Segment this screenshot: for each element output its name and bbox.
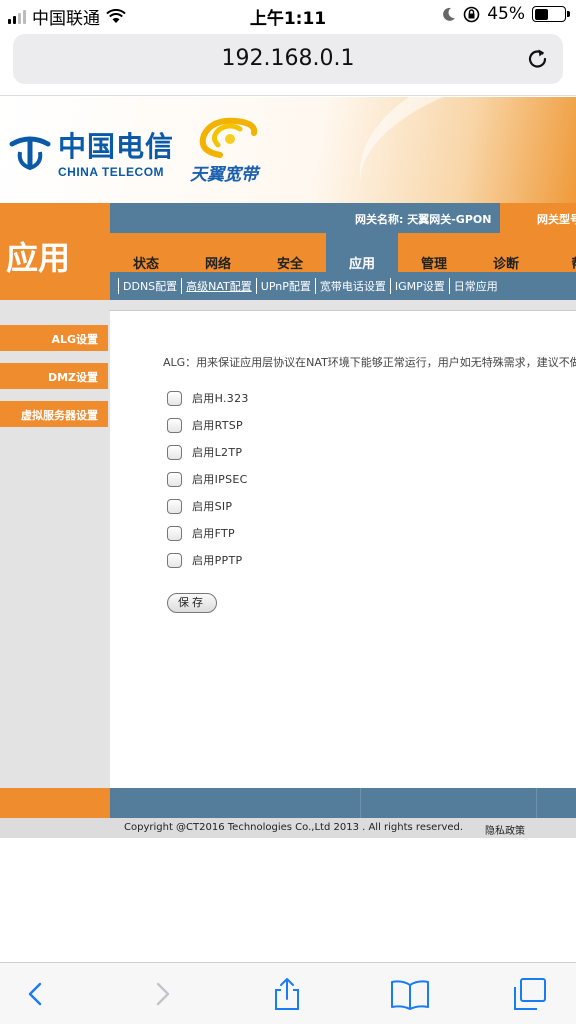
checkbox-l2tp[interactable]: [167, 444, 182, 460]
checkbox-sip[interactable]: [167, 498, 182, 514]
tab-network[interactable]: 网络: [182, 233, 254, 272]
option-ipsec[interactable]: 启用IPSEC: [167, 471, 248, 487]
subnav-voip[interactable]: 宽带电话设置: [314, 278, 390, 294]
share-icon[interactable]: [271, 977, 303, 1011]
reload-icon[interactable]: [525, 46, 551, 72]
forward-icon[interactable]: [146, 977, 178, 1011]
logo-english-text: CHINA TELECOM: [58, 165, 165, 179]
brand-header: 中国电信 CHINA TELECOM 天翼宽带: [0, 97, 576, 203]
gateway-info-bar: 网关名称: 天翼网关-GPON 网关型号: [110, 203, 576, 233]
option-pptp[interactable]: 启用PPTP: [167, 552, 242, 568]
tabs-icon[interactable]: [512, 977, 548, 1011]
tab-help[interactable]: 帮: [542, 233, 576, 272]
alg-description: ALG：用来保证应用层协议在NAT环境下能够正常运行，用户如无特殊需求，建议不做…: [163, 356, 576, 369]
option-l2tp[interactable]: 启用L2TP: [167, 444, 242, 460]
checkbox-h323[interactable]: [167, 390, 182, 406]
bookmarks-icon[interactable]: [390, 977, 430, 1011]
alg-settings-panel: ALG：用来保证应用层协议在NAT环境下能够正常运行，用户如无特殊需求，建议不做…: [108, 310, 576, 788]
subnav-advanced-nat[interactable]: 高级NAT配置: [181, 278, 256, 294]
copyright-bar: Copyright @CT2016 Technologies Co.,Ltd 2…: [0, 818, 576, 838]
tab-diagnostics[interactable]: 诊断: [470, 233, 542, 272]
gateway-name: 网关名称: 天翼网关-GPON: [355, 213, 492, 226]
tianyi-broadband-logo: 天翼宽带: [190, 115, 260, 185]
sidebar-item-dmz[interactable]: DMZ设置: [0, 363, 108, 389]
tianyi-swirl-icon: [199, 117, 258, 158]
subnav-upnp[interactable]: UPnP配置: [255, 278, 315, 294]
option-label: 启用H.323: [192, 392, 249, 405]
gateway-model: 网关型号: [500, 203, 576, 233]
tab-status[interactable]: 状态: [110, 233, 182, 272]
url-field[interactable]: 192.168.0.1: [13, 34, 563, 84]
section-title: 应用: [0, 203, 110, 300]
privacy-policy-link[interactable]: 隐私政策: [485, 822, 525, 837]
option-label: 启用IPSEC: [192, 473, 248, 486]
option-h323[interactable]: 启用H.323: [167, 390, 249, 406]
tianyi-text: 天翼宽带: [190, 165, 258, 185]
option-sip[interactable]: 启用SIP: [167, 498, 232, 514]
back-icon[interactable]: [20, 977, 52, 1011]
orientation-lock-icon: [463, 6, 480, 22]
browser-toolbar: [0, 962, 576, 1024]
option-label: 启用SIP: [192, 500, 233, 513]
china-telecom-logo: 中国电信 CHINA TELECOM: [8, 125, 174, 179]
checkbox-rtsp[interactable]: [167, 417, 182, 433]
option-label: 启用PPTP: [192, 554, 243, 567]
logo-chinese-text: 中国电信: [58, 130, 175, 163]
main-tabs: 状态 网络 安全 应用 管理 诊断 帮: [110, 233, 576, 272]
tab-management[interactable]: 管理: [398, 233, 470, 272]
tab-security[interactable]: 安全: [254, 233, 326, 272]
option-ftp[interactable]: 启用FTP: [167, 525, 235, 541]
subnav-igmp[interactable]: IGMP设置: [389, 278, 449, 294]
moon-icon: [443, 7, 456, 21]
checkbox-ftp[interactable]: [167, 525, 182, 541]
option-rtsp[interactable]: 启用RTSP: [167, 417, 243, 433]
option-label: 启用RTSP: [192, 419, 243, 432]
checkbox-pptp[interactable]: [167, 552, 182, 568]
sidebar: ALG设置 DMZ设置 虚拟服务器设置: [0, 300, 110, 788]
checkbox-ipsec[interactable]: [167, 471, 182, 487]
sidebar-item-alg[interactable]: ALG设置: [0, 325, 108, 351]
option-label: 启用FTP: [192, 527, 235, 540]
footer-accent: [0, 788, 110, 818]
sub-navigation: DDNS配置 高级NAT配置 UPnP配置 宽带电话设置 IGMP设置 日常应用: [110, 272, 576, 300]
sidebar-item-virtual-server[interactable]: 虚拟服务器设置: [0, 401, 108, 427]
subnav-daily-apps[interactable]: 日常应用: [448, 278, 502, 294]
browser-address-bar: 192.168.0.1: [0, 30, 576, 96]
url-text[interactable]: 192.168.0.1: [13, 46, 563, 71]
china-telecom-mark-icon: [9, 136, 51, 171]
tab-application[interactable]: 应用: [326, 233, 398, 272]
battery-percent: 45%: [487, 4, 525, 24]
save-button[interactable]: 保存: [167, 593, 217, 613]
copyright-text: Copyright @CT2016 Technologies Co.,Ltd 2…: [124, 822, 464, 833]
option-label: 启用L2TP: [192, 446, 243, 459]
status-bar: 中国联通 上午1:11 45%: [0, 0, 576, 30]
footer-bar: [110, 788, 576, 818]
subnav-ddns[interactable]: DDNS配置: [118, 278, 181, 294]
battery-icon: [532, 6, 570, 22]
